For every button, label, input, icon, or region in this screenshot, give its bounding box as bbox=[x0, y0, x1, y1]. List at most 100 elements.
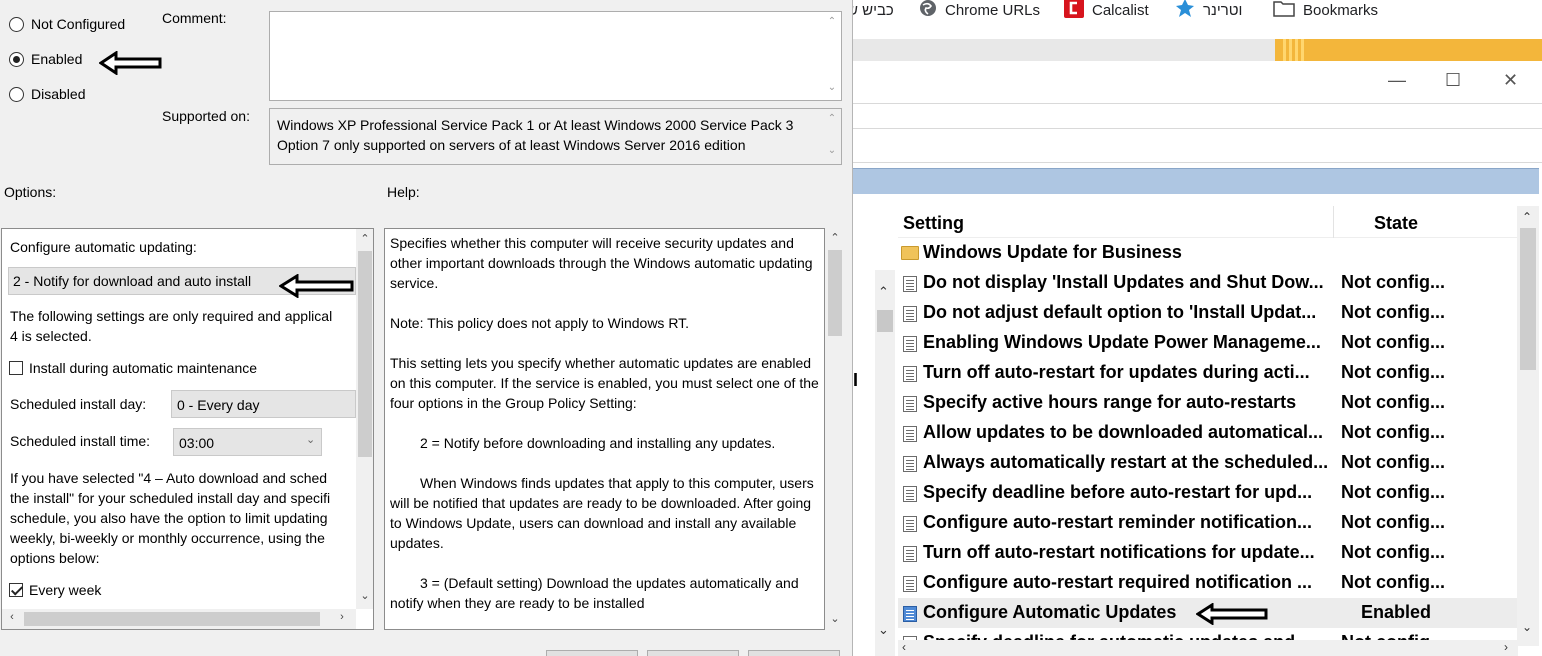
radio-enabled[interactable]: Enabled bbox=[9, 51, 82, 67]
bookmark-hebrew-1[interactable]: כביש ש bbox=[853, 0, 894, 20]
radio-dot[interactable] bbox=[9, 51, 24, 67]
bookmarks-bar: כביש ש Chrome URLs Calcalist וטרינר Book… bbox=[853, 0, 1542, 36]
radio-dot[interactable] bbox=[9, 16, 24, 32]
scroll-down-icon[interactable]: ⌄ bbox=[825, 145, 839, 156]
policy-setting-icon bbox=[903, 606, 917, 622]
scroll-thumb[interactable] bbox=[1520, 228, 1536, 370]
policy-row[interactable]: Allow updates to be downloaded automatic… bbox=[898, 418, 1518, 448]
minimize-button[interactable]: — bbox=[1388, 70, 1406, 91]
tree-scrollbar[interactable]: ⌃ ⌄ bbox=[875, 270, 895, 656]
supported-on-label: Supported on: bbox=[162, 108, 250, 124]
policy-setting-icon bbox=[903, 396, 917, 412]
help-pane: Specifies whether this computer will rec… bbox=[384, 228, 825, 630]
scroll-up-icon[interactable]: ⌃ bbox=[356, 232, 373, 245]
policy-setting-icon bbox=[903, 366, 917, 382]
policy-name: Always automatically restart at the sche… bbox=[923, 452, 1329, 472]
scroll-down-icon[interactable]: ⌄ bbox=[1522, 620, 1532, 634]
info-line: options below: bbox=[10, 550, 100, 566]
policy-setting-icon bbox=[903, 306, 917, 322]
policy-setting-icon bbox=[903, 276, 917, 292]
column-header-setting[interactable]: Setting bbox=[903, 213, 964, 234]
column-divider[interactable] bbox=[1333, 206, 1334, 238]
scroll-left-icon[interactable]: ‹ bbox=[2, 611, 22, 623]
radio-not-configured[interactable]: Not Configured bbox=[9, 16, 125, 32]
column-header-state[interactable]: State bbox=[1374, 213, 1418, 234]
bookmark-calcalist[interactable]: Calcalist bbox=[1064, 0, 1149, 20]
policy-setting-icon bbox=[903, 516, 917, 532]
policy-setting-icon bbox=[903, 546, 917, 562]
policy-state: Not config... bbox=[1341, 272, 1445, 292]
policy-row[interactable]: Do not display 'Install Updates and Shut… bbox=[898, 268, 1518, 298]
scroll-down-icon[interactable]: ⌄ bbox=[878, 622, 889, 638]
every-week-checkbox[interactable]: Every week bbox=[9, 582, 101, 598]
policy-name: Turn off auto-restart notifications for … bbox=[923, 542, 1315, 562]
apply-button[interactable] bbox=[748, 650, 840, 656]
scroll-up-icon[interactable]: ⌃ bbox=[825, 113, 839, 124]
policy-row[interactable]: Configure auto-restart reminder notifica… bbox=[898, 508, 1518, 538]
comment-textarea[interactable]: ⌃ ⌄ bbox=[269, 11, 842, 101]
policy-row[interactable]: Turn off auto-restart notifications for … bbox=[898, 538, 1518, 568]
policy-row[interactable]: Specify deadline before auto-restart for… bbox=[898, 478, 1518, 508]
scroll-up-icon[interactable]: ⌃ bbox=[1522, 210, 1532, 224]
policy-setting-icon bbox=[903, 486, 917, 502]
scroll-thumb[interactable] bbox=[828, 250, 842, 336]
checkbox-box[interactable] bbox=[9, 583, 23, 597]
policy-name: Configure auto-restart required notifica… bbox=[923, 572, 1313, 592]
policy-row[interactable]: Configure auto-restart required notifica… bbox=[898, 568, 1518, 598]
policy-row[interactable]: Enabling Windows Update Power Manageme..… bbox=[898, 328, 1518, 358]
maximize-button[interactable]: ☐ bbox=[1445, 70, 1461, 91]
help-paragraph: 2 = Notify before downloading and instal… bbox=[420, 435, 776, 451]
policy-row[interactable]: Always automatically restart at the sche… bbox=[898, 448, 1518, 478]
install-day-dropdown[interactable]: 0 - Every day bbox=[171, 390, 356, 418]
policy-setting-icon bbox=[903, 576, 917, 592]
policy-row[interactable]: Turn off auto-restart for updates during… bbox=[898, 358, 1518, 388]
scroll-up-icon[interactable]: ⌃ bbox=[878, 284, 889, 300]
group-policy-editor-window: כביש ש Chrome URLs Calcalist וטרינר Book… bbox=[853, 0, 1542, 656]
scroll-down-icon[interactable]: ⌄ bbox=[356, 589, 373, 602]
checkbox-label: Install during automatic maintenance bbox=[29, 360, 258, 376]
help-vertical-scrollbar[interactable]: ⌃ ⌄ bbox=[826, 228, 844, 630]
help-paragraph: Specifies whether this computer will rec… bbox=[390, 235, 813, 291]
checkbox-box[interactable] bbox=[9, 361, 23, 375]
install-time-label: Scheduled install time: bbox=[10, 433, 151, 449]
chevron-down-icon[interactable]: ⌄ bbox=[306, 433, 315, 446]
options-horizontal-scrollbar[interactable]: ‹ › bbox=[2, 609, 356, 629]
policy-name: Configure auto-restart reminder notifica… bbox=[923, 512, 1313, 532]
bookmark-hebrew-2[interactable]: וטרינר bbox=[1175, 0, 1242, 20]
policy-name: Do not display 'Install Updates and Shut… bbox=[923, 272, 1324, 292]
policy-row[interactable]: Do not adjust default option to 'Install… bbox=[898, 298, 1518, 328]
policy-name: Configure Automatic Updates bbox=[923, 602, 1177, 622]
maintenance-checkbox[interactable]: Install during automatic maintenance bbox=[9, 360, 257, 376]
scroll-right-icon[interactable]: › bbox=[332, 611, 352, 623]
folder-row[interactable]: Windows Update for Business bbox=[898, 238, 1518, 268]
bookmark-chrome-urls[interactable]: Chrome URLs bbox=[919, 0, 1040, 20]
ok-button[interactable] bbox=[546, 650, 638, 656]
scroll-down-icon[interactable]: ⌄ bbox=[826, 612, 844, 625]
scroll-down-icon[interactable]: ⌄ bbox=[825, 82, 839, 93]
scroll-left-icon[interactable]: ‹ bbox=[902, 640, 906, 654]
supported-line: Windows XP Professional Service Pack 1 o… bbox=[277, 117, 794, 133]
bookmark-label: Calcalist bbox=[1092, 1, 1149, 19]
scroll-thumb[interactable] bbox=[358, 251, 372, 457]
options-vertical-scrollbar[interactable]: ⌃ ⌄ bbox=[356, 229, 373, 609]
scroll-up-icon[interactable]: ⌃ bbox=[825, 16, 839, 27]
scroll-up-icon[interactable]: ⌃ bbox=[826, 231, 844, 244]
scroll-right-icon[interactable]: › bbox=[1504, 640, 1508, 654]
scroll-thumb[interactable] bbox=[24, 612, 320, 626]
radio-dot[interactable] bbox=[9, 86, 24, 102]
clipped-glyph: I bbox=[853, 370, 859, 390]
cancel-button[interactable] bbox=[647, 650, 739, 656]
bookmark-bookmarks-folder[interactable]: Bookmarks bbox=[1273, 0, 1378, 20]
folder-icon bbox=[901, 246, 919, 260]
install-time-dropdown[interactable]: 03:00 ⌄ bbox=[173, 428, 322, 456]
list-horizontal-scrollbar[interactable]: ‹ › bbox=[898, 640, 1518, 656]
info-line: weekly, bi-weekly or monthly occurrence,… bbox=[10, 530, 325, 546]
supported-line: Option 7 only supported on servers of at… bbox=[277, 137, 746, 153]
policy-row[interactable]: Specify active hours range for auto-rest… bbox=[898, 388, 1518, 418]
radio-disabled[interactable]: Disabled bbox=[9, 86, 85, 102]
policy-setting-icon bbox=[903, 336, 917, 352]
close-button[interactable]: ✕ bbox=[1503, 70, 1518, 91]
policy-name: Turn off auto-restart for updates during… bbox=[923, 362, 1310, 382]
list-vertical-scrollbar[interactable]: ⌃ ⌄ bbox=[1517, 206, 1539, 646]
scroll-thumb[interactable] bbox=[877, 310, 893, 332]
